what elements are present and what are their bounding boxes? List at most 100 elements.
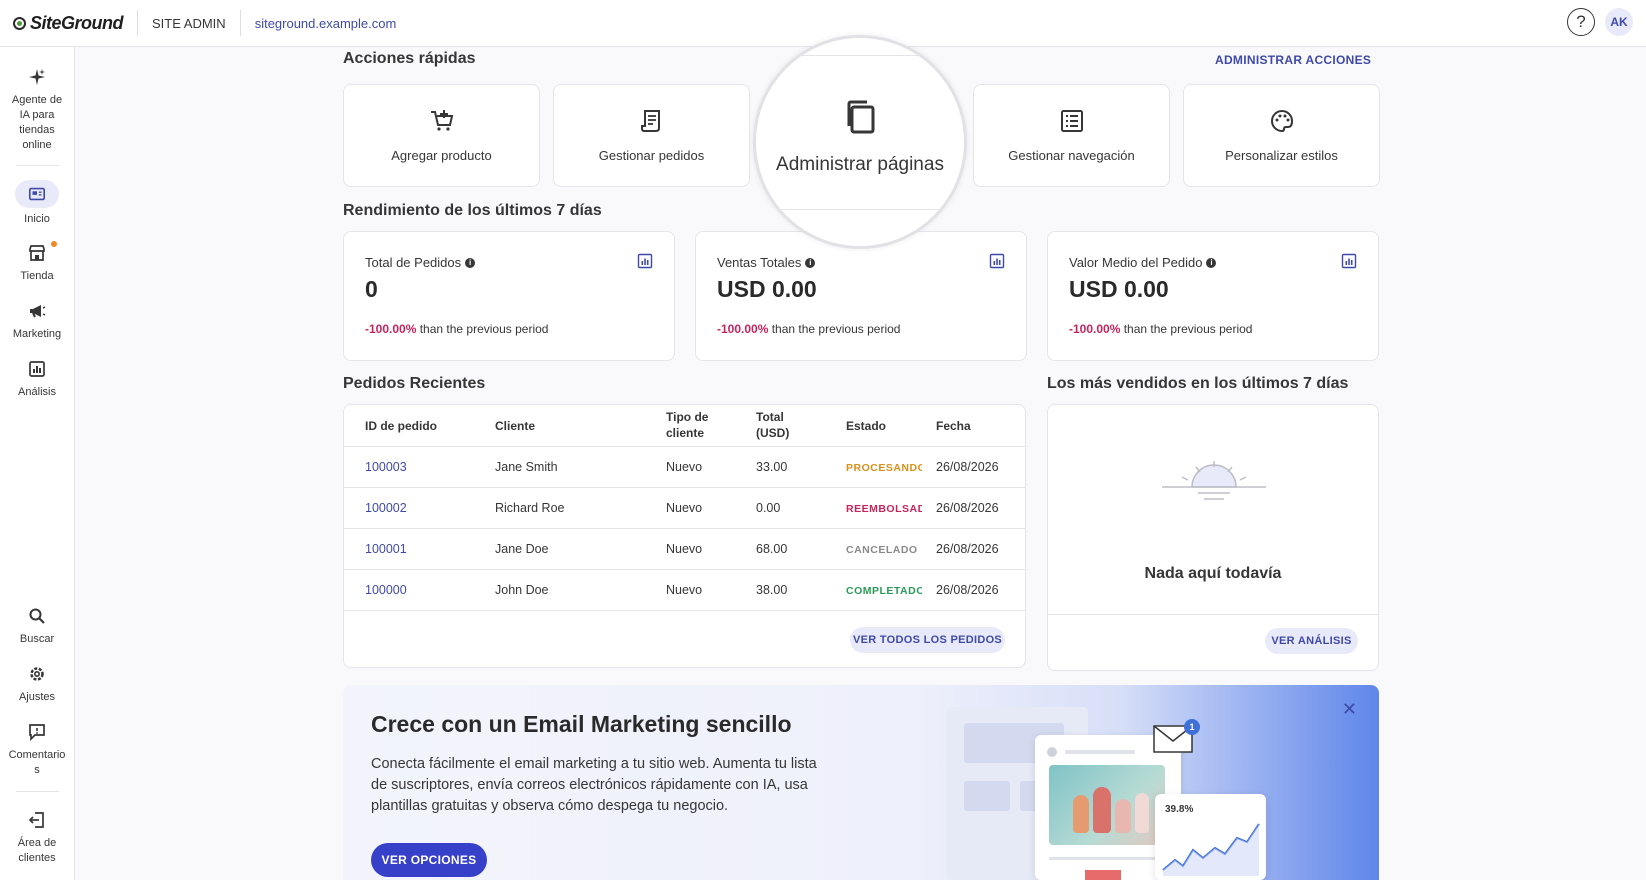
table-row[interactable]: 100001 Jane Doe Nuevo 68.00 CANCELADO 26/08/2… [344,529,1025,570]
metric-label: Valor Medio del Pedido i [1069,255,1217,270]
sidebar-item-label: Marketing [12,328,62,340]
close-icon[interactable]: ✕ [1342,699,1357,720]
column-header: Cliente [495,419,536,433]
quick-action-manage-orders[interactable]: Gestionar pedidos [553,84,750,187]
info-icon[interactable]: i [1206,257,1217,268]
order-id-link[interactable]: 100003 [365,460,407,474]
metric-change: -100.00% than the previous period [717,322,900,336]
sidebar: Agente de IA para tiendas online Inicio … [0,47,75,880]
metric-total-sales: Ventas Totales i USD 0.00 -100.00% than t… [695,231,1027,361]
sidebar-item-buscar[interactable]: Buscar [0,606,74,647]
store-icon [27,243,47,263]
list-icon [1060,110,1083,132]
trend-line-icon [1162,823,1260,876]
total-cell: 0.00 [756,501,781,515]
divider [756,55,964,56]
banner-title: Crece con un Email Marketing sencillo [371,711,792,737]
divider [756,209,964,210]
quick-action-label: Gestionar pedidos [598,148,705,163]
view-all-orders-button[interactable]: VER TODOS LOS PEDIDOS [850,627,1005,653]
sidebar-item-label: Área de clientes [17,837,57,864]
quick-action-add-product[interactable]: Agregar producto [343,84,540,187]
sparkle-icon [27,67,47,87]
table-header: ID de pedido Cliente Tipo de cliente Tot… [344,405,1025,447]
customer-cell: Jane Doe [495,542,549,556]
sidebar-item-inicio[interactable]: Inicio [0,180,74,227]
metric-value: 0 [365,276,378,302]
sidebar-item-label: Buscar [19,633,55,645]
info-icon[interactable]: i [465,257,476,268]
customer-type-cell: Nuevo [666,460,703,474]
sidebar-item-label: Comentarios [8,749,66,776]
table-row[interactable]: 100000 John Doe Nuevo 38.00 COMPLETADO 26/08/… [344,570,1025,611]
order-id-link[interactable]: 100001 [365,542,407,556]
sidebar-item-tienda[interactable]: Tienda [0,241,74,284]
view-options-button[interactable]: VER OPCIONES [371,843,487,877]
top-bar: SiteGround SITE ADMIN siteground.example… [0,0,1646,47]
chart-icon [27,359,47,379]
chart-icon[interactable] [989,253,1005,269]
customer-cell: John Doe [495,583,549,597]
sidebar-item-analisis[interactable]: Análisis [0,359,74,400]
info-icon[interactable]: i [805,257,816,268]
order-id-link[interactable]: 100000 [365,583,407,597]
divider [16,165,59,166]
status-badge: PROCESANDO [846,462,922,474]
quick-action-customize-styles[interactable]: Personalizar estilos [1183,84,1380,187]
quick-actions-title: Acciones rápidas [343,50,476,67]
divider [137,10,138,36]
bestsellers-card: Nada aquí todavía VER ANÁLISIS [1047,404,1379,671]
change-percent: -100.00% [1069,322,1121,336]
logo-text: SiteGround [30,12,124,33]
metric-label-text: Valor Medio del Pedido [1069,255,1203,270]
receipt-icon [640,110,660,132]
comment-icon [27,722,47,742]
email-marketing-banner: Crece con un Email Marketing sencillo Co… [343,685,1379,880]
metric-change: -100.00% than the previous period [365,322,548,336]
logo-mark-icon [13,16,26,30]
customer-type-cell: Nuevo [666,542,703,556]
sidebar-item-marketing[interactable]: Marketing [0,301,74,342]
customer-cell: Jane Smith [495,460,558,474]
quick-action-manage-pages[interactable]: Administrar páginas [753,35,967,249]
change-percent: -100.00% [365,322,417,336]
megaphone-icon [27,301,47,321]
view-analytics-button[interactable]: VER ANÁLISIS [1265,628,1358,654]
column-header: Total (USD) [756,410,790,440]
banner-text: Conecta fácilmente el email marketing a … [371,756,817,814]
customer-type-cell: Nuevo [666,501,703,515]
chart-icon[interactable] [637,253,653,269]
metric-label-text: Total de Pedidos [365,255,462,270]
site-admin-label: SITE ADMIN [152,15,226,31]
table-row[interactable]: 100002 Richard Roe Nuevo 0.00 REEMBOLSADO 26/… [344,488,1025,529]
divider [1048,614,1378,615]
column-header: Estado [846,419,887,433]
status-badge: COMPLETADO [846,585,922,597]
help-button[interactable]: ? [1567,8,1595,36]
gear-icon [27,664,47,684]
chart-icon[interactable] [1341,253,1357,269]
chart-stat: 39.8% [1165,804,1194,815]
total-cell: 38.00 [756,583,788,597]
column-header: Fecha [936,419,971,433]
sidebar-item-area-clientes[interactable]: Área de clientes [0,810,74,866]
sidebar-item-comentarios[interactable]: Comentarios [0,722,74,778]
total-cell: 33.00 [756,460,788,474]
status-badge: REEMBOLSADO [846,503,922,515]
avatar[interactable]: AK [1605,8,1633,36]
manage-actions-link[interactable]: ADMINISTRAR ACCIONES [1215,53,1371,67]
notification-badge: 1 [1184,719,1200,735]
sidebar-item-ai-agent[interactable]: Agente de IA para tiendas online [0,67,74,153]
sunrise-icon [1162,461,1266,500]
table-row[interactable]: 100003 Jane Smith Nuevo 33.00 PROCESANDO 26/0… [344,447,1025,488]
illustration-chart: 39.8% [1155,794,1266,880]
sidebar-item-ajustes[interactable]: Ajustes [0,664,74,705]
order-id-link[interactable]: 100002 [365,501,407,515]
quick-action-manage-navigation[interactable]: Gestionar navegación [973,84,1170,187]
total-cell: 68.00 [756,542,788,556]
site-url-link[interactable]: siteground.example.com [255,16,397,31]
quick-action-label: Administrar páginas [776,154,944,175]
quick-action-label: Personalizar estilos [1225,148,1338,163]
divider [16,791,59,792]
siteground-logo[interactable]: SiteGround [13,12,124,34]
